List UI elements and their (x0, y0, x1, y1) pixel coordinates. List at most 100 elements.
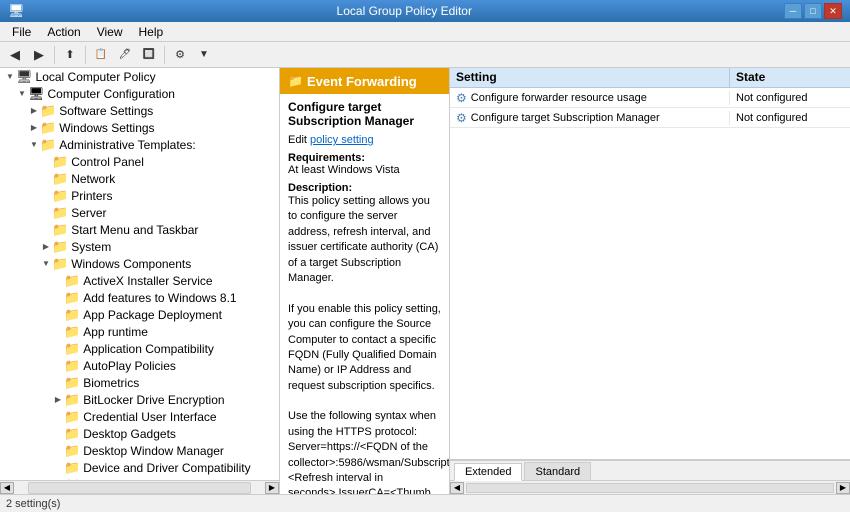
af-icon: 📁 (64, 290, 80, 306)
description-label: Description: (288, 182, 441, 194)
at-expand[interactable]: ▼ (28, 139, 40, 151)
root-expand[interactable]: ▼ (4, 71, 16, 83)
right-content: ⚙ Configure forwarder resource usage Not… (450, 88, 850, 459)
right-horizontal-scrollbar[interactable]: ◀ ▶ (450, 480, 850, 494)
tree-windows-components[interactable]: ▼ 📁 Windows Components (0, 255, 279, 272)
computer-icon: 🖥 (16, 69, 33, 85)
menu-file[interactable]: File (4, 23, 39, 41)
tree-network[interactable]: 📁 Network (0, 170, 279, 187)
auto-icon: 📁 (64, 358, 80, 374)
tree-autoplay[interactable]: 📁 AutoPlay Policies (0, 357, 279, 374)
tree-activex[interactable]: 📁 ActiveX Installer Service (0, 272, 279, 289)
filter-button[interactable]: ⚙ (169, 45, 191, 65)
net-icon: 📁 (52, 171, 68, 187)
policy-section: Configure target Subscription Manager Ed… (280, 94, 449, 494)
tree-device-driver[interactable]: 📁 Device and Driver Compatibility (0, 459, 279, 476)
minimize-button[interactable]: ─ (784, 3, 802, 19)
window-controls: ─ □ ✕ (784, 3, 842, 19)
srv-label: Server (71, 206, 106, 220)
tree-add-features[interactable]: 📁 Add features to Windows 8.1 (0, 289, 279, 306)
properties-button[interactable]: 🖊 (114, 45, 136, 65)
tree-app-compat[interactable]: 📁 Application Compatibility (0, 340, 279, 357)
tree-desktop-gadgets[interactable]: 📁 Desktop Gadgets (0, 425, 279, 442)
ac-label: Application Compatibility (83, 342, 214, 356)
tree-server[interactable]: 📁 Server (0, 204, 279, 221)
tree-control-panel[interactable]: 📁 Control Panel (0, 153, 279, 170)
scroll-right-button[interactable]: ▶ (265, 482, 279, 494)
tree-start-menu[interactable]: 📁 Start Menu and Taskbar (0, 221, 279, 238)
af-label: Add features to Windows 8.1 (83, 291, 236, 305)
bio-icon: 📁 (64, 375, 80, 391)
cc-expand[interactable]: ▼ (16, 88, 28, 100)
window-title: Local Group Policy Editor (25, 4, 784, 18)
header-folder-icon: 📁 (288, 74, 303, 88)
tree-bitlocker[interactable]: ▶ 📁 BitLocker Drive Encryption (0, 391, 279, 408)
table-row[interactable]: ⚙ Configure forwarder resource usage Not… (450, 88, 850, 108)
tree-root[interactable]: ▼ 🖥 Local Computer Policy (0, 68, 279, 85)
right-scroll-track[interactable] (466, 483, 834, 493)
right-scroll-left[interactable]: ◀ (450, 482, 464, 494)
right-bottom-area: Extended Standard (450, 459, 850, 480)
tree-credential-ui[interactable]: 📁 Credential User Interface (0, 408, 279, 425)
forward-button[interactable]: ▶ (28, 45, 50, 65)
table-row[interactable]: ⚙ Configure target Subscription Manager … (450, 108, 850, 128)
requirements-label: Requirements: (288, 152, 441, 164)
middle-area: 📁 Event Forwarding Configure target Subs… (280, 68, 450, 494)
menu-bar: File Action View Help (0, 22, 850, 42)
bl-icon: 📁 (64, 392, 80, 408)
setting-cell-2: ⚙ Configure target Subscription Manager (450, 111, 730, 125)
tree-horizontal-scrollbar[interactable]: ◀ ▶ (0, 480, 279, 494)
tree-software-settings[interactable]: ▶ 📁 Software Settings (0, 102, 279, 119)
cc-icon: 🖥 (28, 86, 45, 102)
ws-expand[interactable]: ▶ (28, 122, 40, 134)
dg-icon: 📁 (64, 426, 80, 442)
cui-label: Credential User Interface (83, 410, 216, 424)
tree-windows-settings[interactable]: ▶ 📁 Windows Settings (0, 119, 279, 136)
menu-help[interactable]: Help (131, 23, 172, 41)
tab-standard[interactable]: Standard (524, 462, 591, 480)
toolbar: ◀ ▶ ⬆ 📋 🖊 🔲 ⚙ ▼ (0, 42, 850, 68)
show-hide-button[interactable]: 📋 (90, 45, 112, 65)
scroll-track[interactable] (28, 482, 251, 494)
close-button[interactable]: ✕ (824, 3, 842, 19)
ap-label: App Package Deployment (83, 308, 222, 322)
tree-app-runtime[interactable]: 📁 App runtime (0, 323, 279, 340)
wc-icon: 📁 (52, 256, 68, 272)
tree-printers[interactable]: 📁 Printers (0, 187, 279, 204)
setting-label-2: Configure target Subscription Manager (471, 112, 660, 124)
right-scroll-right[interactable]: ▶ (836, 482, 850, 494)
menu-action[interactable]: Action (39, 23, 88, 41)
cp-label: Control Panel (71, 155, 144, 169)
tree-app-package[interactable]: 📁 App Package Deployment (0, 306, 279, 323)
ss-expand[interactable]: ▶ (28, 105, 40, 117)
tree-content: ▼ 🖥 Local Computer Policy ▼ 🖥 Computer C… (0, 68, 279, 480)
tree-pane: ▼ 🖥 Local Computer Policy ▼ 🖥 Computer C… (0, 68, 280, 494)
at-label: Administrative Templates: (59, 138, 196, 152)
tree-biometrics[interactable]: 📁 Biometrics (0, 374, 279, 391)
menu-view[interactable]: View (89, 23, 131, 41)
cc-label: Computer Configuration (48, 87, 175, 101)
bl-label: BitLocker Drive Encryption (83, 393, 224, 407)
ss-label: Software Settings (59, 104, 153, 118)
tab-extended[interactable]: Extended (454, 463, 522, 481)
ws-icon: 📁 (40, 120, 56, 136)
ws-label: Windows Settings (59, 121, 154, 135)
middle-pane: 📁 Event Forwarding Configure target Subs… (280, 68, 450, 494)
scroll-left-button[interactable]: ◀ (0, 482, 14, 494)
col-setting: Setting (450, 68, 730, 87)
header-title: Event Forwarding (307, 74, 417, 89)
maximize-button[interactable]: □ (804, 3, 822, 19)
tree-desktop-wm[interactable]: 📁 Desktop Window Manager (0, 442, 279, 459)
tree-computer-config[interactable]: ▼ 🖥 Computer Configuration (0, 85, 279, 102)
back-button[interactable]: ◀ (4, 45, 26, 65)
tree-admin-templates[interactable]: ▼ 📁 Administrative Templates: (0, 136, 279, 153)
cp-icon: 📁 (52, 154, 68, 170)
state-cell-2: Not configured (730, 112, 850, 124)
up-button[interactable]: ⬆ (59, 45, 81, 65)
ss-icon: 📁 (40, 103, 56, 119)
tree-system[interactable]: ▶ 📁 System (0, 238, 279, 255)
help-button[interactable]: 🔲 (138, 45, 160, 65)
policy-setting-link[interactable]: policy setting (310, 134, 374, 146)
filter-toggle[interactable]: ▼ (193, 45, 215, 65)
prn-label: Printers (71, 189, 112, 203)
